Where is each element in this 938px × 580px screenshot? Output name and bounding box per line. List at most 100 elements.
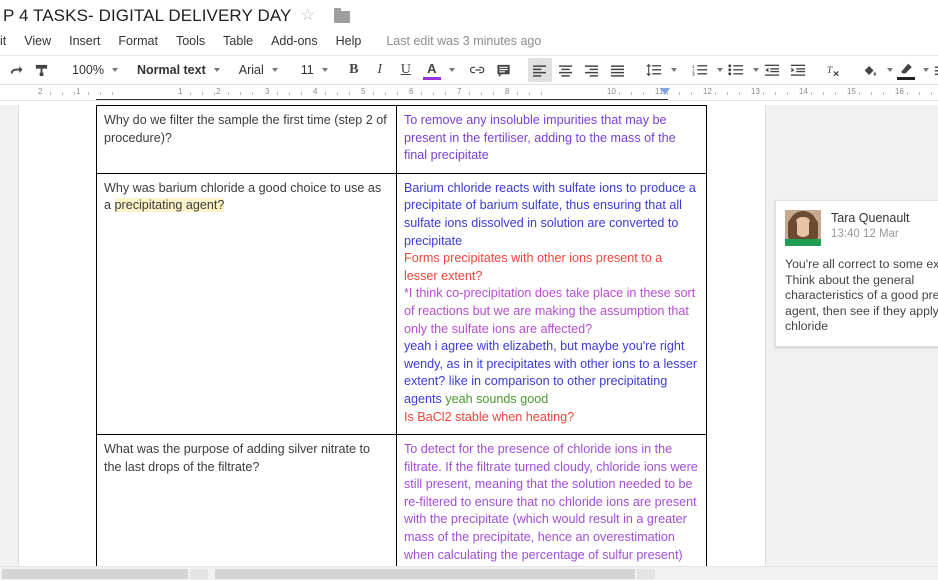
table-row[interactable]: Why do we filter the sample the first ti…: [97, 106, 707, 174]
chevron-down-icon: [272, 68, 278, 72]
align-center-icon[interactable]: [554, 58, 578, 82]
numbered-list-icon[interactable]: 123: [688, 58, 712, 82]
menu-item-view[interactable]: View: [15, 33, 60, 49]
italic-button[interactable]: I: [368, 58, 392, 82]
answer-paragraph: Barium chloride reacts with sulfate ions…: [404, 180, 699, 250]
zoom-select[interactable]: 100%: [64, 58, 121, 82]
ruler-tick: [787, 92, 788, 95]
chevron-down-icon[interactable]: [449, 68, 455, 72]
page-title[interactable]: P 4 TASKS- DIGITAL DELIVERY DAY: [2, 6, 291, 26]
redo-icon[interactable]: [3, 58, 27, 82]
menu-item-table[interactable]: Table: [214, 33, 262, 49]
chevron-down-icon[interactable]: [671, 68, 677, 72]
answer-cell[interactable]: Barium chloride reacts with sulfate ions…: [397, 173, 707, 434]
ruler-indent-marker-left[interactable]: [660, 88, 670, 95]
ruler-label: 1: [76, 87, 80, 96]
comment-card[interactable]: Tara Quenault 13:40 12 Mar Re You're all…: [775, 200, 938, 347]
bold-button[interactable]: B: [342, 58, 366, 82]
ruler-tick: [469, 92, 470, 95]
answer-cell[interactable]: To detect for the presence of chloride i…: [397, 435, 707, 566]
menu-item-tools[interactable]: Tools: [167, 33, 214, 49]
ruler-label: 7: [457, 87, 461, 96]
ruler-tick: [691, 92, 692, 95]
ruler-tick: [529, 92, 530, 95]
fill-color-icon[interactable]: [858, 58, 882, 82]
ruler-tick: [775, 92, 776, 95]
answer-paragraph: yeah i agree with elizabeth, but maybe y…: [404, 338, 699, 408]
document-canvas[interactable]: Why do we filter the sample the first ti…: [0, 105, 938, 566]
ruler[interactable]: 211234567810111213141516171819: [0, 85, 938, 101]
star-outline-icon[interactable]: ☆: [300, 8, 314, 24]
folder-icon[interactable]: [324, 9, 350, 23]
ruler-tick: [88, 92, 89, 95]
menubar: it View Insert Format Tools Table Add-on…: [0, 30, 938, 52]
answer-paragraph: To remove any insoluble impurities that …: [404, 112, 699, 165]
titlebar: P 4 TASKS- DIGITAL DELIVERY DAY ☆: [0, 0, 938, 30]
ruler-label: 1: [178, 87, 182, 96]
comment-author: Tara Quenault: [831, 211, 910, 226]
question-cell[interactable]: Why do we filter the sample the first ti…: [97, 106, 397, 174]
menu-item-edit[interactable]: it: [0, 33, 15, 49]
chevron-down-icon[interactable]: [753, 68, 759, 72]
menu-item-help[interactable]: Help: [327, 33, 371, 49]
align-justify-icon[interactable]: [606, 58, 630, 82]
add-comment-icon[interactable]: [492, 58, 516, 82]
text-color-button[interactable]: A: [420, 58, 444, 82]
indent-increase-icon[interactable]: [786, 58, 810, 82]
paragraph-style-select[interactable]: Normal text: [131, 58, 223, 82]
menu-item-addons[interactable]: Add-ons: [262, 33, 327, 49]
chevron-down-icon[interactable]: [717, 68, 723, 72]
ruler-tick: [112, 92, 113, 95]
align-left-icon[interactable]: [528, 58, 552, 82]
font-size-select[interactable]: 11: [291, 58, 331, 82]
bulleted-list-icon[interactable]: [724, 58, 748, 82]
ruler-label: 2: [38, 87, 42, 96]
indent-decrease-icon[interactable]: [760, 58, 784, 82]
table-row[interactable]: What was the purpose of adding silver ni…: [97, 435, 707, 566]
font-family-value: Arial: [239, 63, 264, 77]
ruler-tick: [763, 92, 764, 95]
horizontal-scrollbar[interactable]: [0, 566, 938, 580]
scrollbar-thumb[interactable]: [2, 569, 188, 579]
scrollbar-thumb[interactable]: [215, 569, 635, 579]
ruler-tick: [325, 92, 326, 95]
chevron-down-icon[interactable]: [923, 68, 929, 72]
answer-cell[interactable]: To remove any insoluble impurities that …: [397, 106, 707, 174]
menu-item-format[interactable]: Format: [109, 33, 167, 49]
ruler-label: 12: [703, 87, 712, 96]
ruler-tick: [277, 92, 278, 95]
document-page[interactable]: Why do we filter the sample the first ti…: [18, 105, 766, 566]
question-cell[interactable]: What was the purpose of adding silver ni…: [97, 435, 397, 566]
ruler-ticks: 211234567810111213141516171819: [0, 85, 938, 100]
question-cell[interactable]: Why was barium chloride a good choice to…: [97, 173, 397, 434]
ruler-tick: [50, 92, 51, 95]
clear-formatting-icon[interactable]: T: [822, 58, 846, 82]
avatar: [785, 210, 821, 246]
last-edit-status[interactable]: Last edit was 3 minutes ago: [386, 34, 541, 48]
line-spacing-icon[interactable]: [642, 58, 666, 82]
ruler-label: 2: [216, 87, 220, 96]
paint-format-icon[interactable]: [29, 58, 53, 82]
ruler-tick: [823, 92, 824, 95]
font-family-select[interactable]: Arial: [233, 58, 281, 82]
ruler-tick: [517, 92, 518, 95]
ruler-label: 15: [847, 87, 856, 96]
highlight-pen-icon[interactable]: [894, 58, 918, 82]
scrollbar-segment[interactable]: [190, 569, 208, 579]
svg-text:3: 3: [692, 72, 695, 77]
ruler-tick: [74, 92, 75, 95]
underline-button[interactable]: U: [394, 58, 418, 82]
align-right-icon[interactable]: [580, 58, 604, 82]
ruler-tick: [643, 92, 644, 95]
menu-item-insert[interactable]: Insert: [60, 33, 109, 49]
ruler-tick: [252, 92, 253, 95]
table-row[interactable]: Why was barium chloride a good choice to…: [97, 173, 707, 434]
link-icon[interactable]: [466, 58, 490, 82]
more-options-icon[interactable]: [930, 58, 938, 82]
ruler-tick: [214, 92, 215, 95]
font-size-value: 11: [301, 63, 314, 77]
ruler-tick: [481, 92, 482, 95]
chevron-down-icon[interactable]: [887, 68, 893, 72]
ruler-tick: [337, 92, 338, 95]
scrollbar-segment[interactable]: [637, 569, 655, 579]
